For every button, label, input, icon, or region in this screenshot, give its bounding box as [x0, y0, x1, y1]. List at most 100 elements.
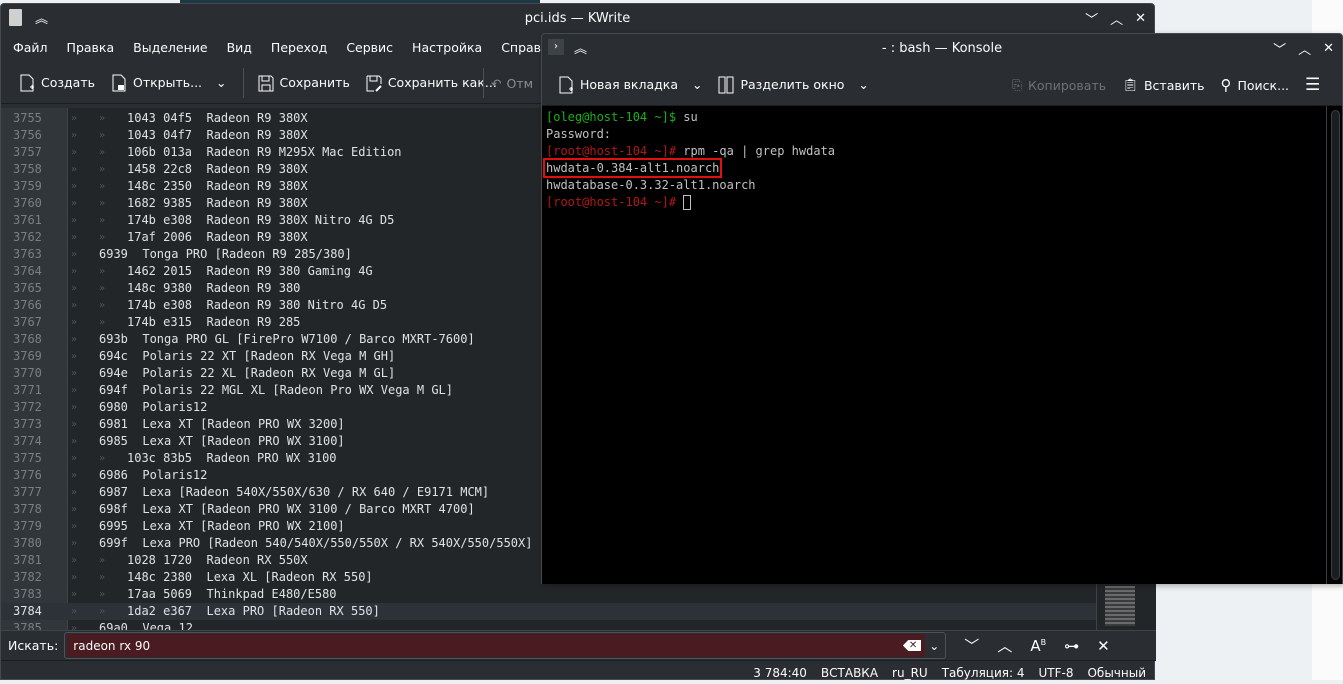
maximize-icon[interactable]: ︿	[1298, 39, 1311, 58]
line-text: 1043 04f5 Radeon R9 380X	[127, 111, 308, 125]
line-text: 694f Polaris 22 MGL XL [Radeon Pro WX Ve…	[99, 383, 454, 397]
history-dropdown-icon[interactable]: ⌄	[929, 639, 939, 653]
menu-item[interactable]: Переход	[271, 40, 327, 55]
menu-item[interactable]: Выделение	[133, 40, 207, 55]
line-number: 3772	[13, 400, 42, 414]
status-item[interactable]: ВСТАВКА	[821, 666, 878, 680]
tab-marker: »	[71, 283, 78, 294]
line-number: 3770	[13, 366, 42, 380]
code-line[interactable]: 3784 » » 1da2 e367 Lexa PRO [Radeon RX 550]	[1, 603, 1096, 620]
line-number: 3758	[13, 162, 42, 176]
match-case-icon[interactable]: AB	[1030, 637, 1046, 655]
tab-marker: »	[71, 181, 78, 192]
line-text: 106b 013a Radeon R9 M295X Mac Edition	[127, 145, 402, 159]
chevron-down-icon[interactable]: ⌄	[692, 77, 702, 92]
undo-icon: ↶	[491, 75, 502, 91]
konsole-toolbar: Новая вкладка ⌄ Разделить окно ⌄ ⎘ Копирова…	[542, 64, 1342, 106]
tab-marker: »	[99, 283, 106, 294]
line-text: 17af 2006 Radeon R9 380X	[127, 230, 308, 244]
window-title: - : bash — Konsole	[881, 40, 1003, 56]
new-document-icon	[20, 74, 34, 91]
new-tab-button[interactable]: Новая вкладка ⌄	[558, 76, 702, 94]
line-number: 3768	[13, 332, 42, 346]
save-icon	[258, 75, 274, 91]
search-input[interactable]: radeon rx 90 ✕	[67, 634, 926, 657]
terminal-output[interactable]: [oleg@host-104 ~]$ su Password: [root@host…	[542, 106, 1342, 584]
line-number: 3756	[13, 128, 42, 142]
line-text: 6986 Polaris12	[99, 468, 208, 482]
save-button[interactable]: Сохранить	[258, 74, 350, 92]
line-number: 3766	[13, 298, 42, 312]
line-number: 3776	[13, 468, 42, 482]
find-next-icon[interactable]: ﹀	[964, 635, 979, 656]
code-line[interactable]: 3783 » » 17aa 5069 Thinkpad E480/E580	[1, 586, 1096, 603]
tab-marker: »	[99, 453, 106, 464]
toolbar-separator	[483, 68, 484, 98]
kwrite-titlebar[interactable]: ︽ pci.ids — KWrite ﹀ ︿ ✕	[1, 4, 1154, 32]
line-number: 3763	[13, 247, 42, 261]
hamburger-menu-button[interactable]: ☰	[1305, 75, 1320, 95]
search-combobox[interactable]: radeon rx 90 ✕ ⌄	[64, 632, 947, 659]
paste-button[interactable]: 📋︎ Вставить	[1122, 77, 1204, 93]
line-text: 6981 Lexa XT [Radeon PRO WX 3200]	[99, 417, 345, 431]
tab-marker: »	[71, 249, 78, 260]
chevron-down-icon[interactable]: ⌄	[858, 77, 868, 92]
code-line[interactable]: 3785 » 69a0 Vega 12	[1, 620, 1096, 630]
line-number: 3779	[13, 519, 42, 533]
search-bar: Искать: radeon rx 90 ✕ ⌄ ﹀ ︿ AB ⊶ ✕	[1, 630, 1156, 660]
line-text: 148c 2350 Radeon R9 380X	[127, 179, 308, 193]
close-icon[interactable]: ✕	[1135, 11, 1146, 26]
tab-marker: »	[71, 623, 78, 630]
tab-marker: »	[71, 487, 78, 498]
line-text: 6985 Lexa XT [Radeon PRO WX 3100]	[99, 434, 345, 448]
menu-item[interactable]: Настройка	[412, 40, 482, 55]
close-search-icon[interactable]: ✕	[1097, 637, 1110, 655]
tab-marker: »	[99, 181, 106, 192]
find-button[interactable]: ⚲ Поиск...	[1221, 76, 1290, 94]
tab-marker: »	[71, 555, 78, 566]
line-text: 698f Lexa XT [Radeon PRO WX 3100 / Barco…	[99, 502, 475, 516]
status-item[interactable]: UTF-8	[1038, 666, 1073, 680]
line-text: 17aa 5069 Thinkpad E480/E580	[127, 587, 337, 601]
open-document-icon	[112, 74, 126, 91]
clear-icon[interactable]: ✕	[902, 640, 922, 651]
terminal-line: [root@host-104 ~]#	[546, 194, 1338, 211]
minimize-icon[interactable]: ﹀	[1085, 9, 1098, 28]
minimize-icon[interactable]: ﹀	[1273, 39, 1286, 58]
menu-item[interactable]: Файл	[13, 40, 48, 55]
konsole-titlebar[interactable]: › ︽ - : bash — Konsole ﹀ ︿ ✕	[542, 34, 1342, 62]
undo-button[interactable]: ↶ Отм	[491, 62, 533, 104]
menu-item[interactable]: Сервис	[346, 40, 393, 55]
line-number: 3777	[13, 485, 42, 499]
tab-marker: »	[99, 232, 106, 243]
tab-marker: »	[99, 555, 106, 566]
maximize-icon[interactable]: ︿	[1110, 9, 1123, 28]
copy-button[interactable]: ⎘ Копировать	[1012, 77, 1106, 93]
tab-marker: »	[71, 589, 78, 600]
tab-marker: »	[71, 351, 78, 362]
tab-marker: »	[99, 589, 106, 600]
search-options-icon[interactable]: ⊶	[1064, 637, 1079, 655]
line-text: 6980 Polaris12	[99, 400, 208, 414]
menu-item[interactable]: Вид	[227, 40, 252, 55]
tab-marker: »	[71, 402, 78, 413]
tab-marker: »	[71, 300, 78, 311]
new-button[interactable]: Создать	[19, 74, 95, 92]
status-item[interactable]: Обычный	[1087, 666, 1146, 680]
close-icon[interactable]: ✕	[1323, 41, 1334, 56]
status-item[interactable]: Табуляция: 4	[942, 666, 1025, 680]
line-number: 3775	[13, 451, 42, 465]
save-as-button[interactable]: Сохранить как...	[366, 74, 497, 92]
open-button[interactable]: Открыть... ⌄	[111, 74, 227, 92]
line-text: 69a0 Vega 12	[99, 621, 193, 630]
tab-marker: »	[71, 572, 78, 583]
split-view-button[interactable]: Разделить окно ⌄	[718, 76, 869, 94]
status-item: 3 784:40	[753, 665, 807, 680]
terminal-scrollbar[interactable]	[1331, 110, 1340, 580]
status-item[interactable]: ru_RU	[892, 666, 928, 680]
tab-marker: »	[71, 419, 78, 430]
chevron-down-icon[interactable]: ⌄	[216, 75, 226, 90]
tab-marker: »	[71, 215, 78, 226]
find-previous-icon[interactable]: ︿	[997, 635, 1012, 656]
menu-item[interactable]: Правка	[67, 40, 115, 55]
